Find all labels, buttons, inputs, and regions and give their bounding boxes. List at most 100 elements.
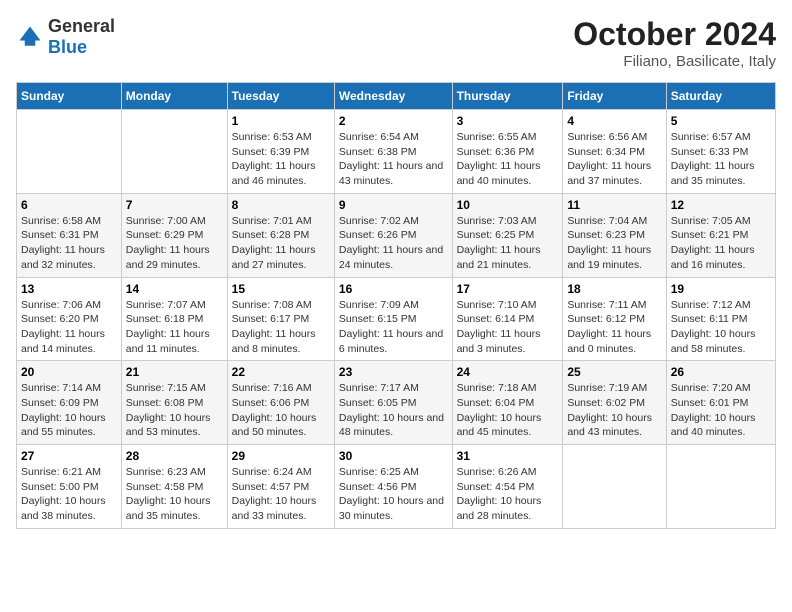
- calendar-week-3: 20 Sunrise: 7:14 AMSunset: 6:09 PMDayligh…: [17, 361, 776, 445]
- day-number: 11: [567, 198, 661, 212]
- calendar-cell: 1Sunrise: 6:53 AMSunset: 6:39 PMDaylight…: [227, 110, 334, 194]
- day-number: 5: [671, 114, 771, 128]
- logo: General Blue: [16, 16, 115, 58]
- page-header: General Blue October 2024 Filiano, Basil…: [16, 16, 776, 70]
- day-number: 31: [457, 449, 559, 463]
- location-title: Filiano, Basilicate, Italy: [573, 53, 776, 70]
- calendar-cell: 24Sunrise: 7:18 AMSunset: 6:04 PMDayligh…: [452, 361, 563, 445]
- calendar-cell: 21 Sunrise: 7:15 AMSunset: 6:08 PMDayligh…: [121, 361, 227, 445]
- calendar-cell: 20 Sunrise: 7:14 AMSunset: 6:09 PMDayligh…: [17, 361, 122, 445]
- calendar-cell: 18 Sunrise: 7:11 AMSunset: 6:12 PMDayligh…: [563, 277, 666, 361]
- day-number: 25: [567, 365, 661, 379]
- calendar-cell: 15 Sunrise: 7:08 AMSunset: 6:17 PMDayligh…: [227, 277, 334, 361]
- calendar-cell: 2Sunrise: 6:54 AMSunset: 6:38 PMDaylight…: [334, 110, 452, 194]
- calendar-cell: 25 Sunrise: 7:19 AMSunset: 6:02 PMDayligh…: [563, 361, 666, 445]
- day-number: 15: [232, 282, 330, 296]
- day-info: Sunrise: 7:05 AMSunset: 6:21 PMDaylight:…: [671, 214, 771, 273]
- day-info: Sunrise: 6:53 AMSunset: 6:39 PMDaylight:…: [232, 130, 330, 189]
- calendar-cell: 7Sunrise: 7:00 AMSunset: 6:29 PMDaylight…: [121, 193, 227, 277]
- calendar-week-0: 1Sunrise: 6:53 AMSunset: 6:39 PMDaylight…: [17, 110, 776, 194]
- calendar-cell: 11 Sunrise: 7:04 AMSunset: 6:23 PMDayligh…: [563, 193, 666, 277]
- day-number: 4: [567, 114, 661, 128]
- day-info: Sunrise: 7:12 AMSunset: 6:11 PMDaylight:…: [671, 298, 771, 357]
- day-info: Sunrise: 6:57 AMSunset: 6:33 PMDaylight:…: [671, 130, 771, 189]
- calendar-cell: 19 Sunrise: 7:12 AMSunset: 6:11 PMDayligh…: [666, 277, 775, 361]
- day-info: Sunrise: 7:09 AMSunset: 6:15 PMDaylight:…: [339, 298, 448, 357]
- day-number: 19: [671, 282, 771, 296]
- day-number: 13: [21, 282, 117, 296]
- day-info: Sunrise: 7:08 AMSunset: 6:17 PMDaylight:…: [232, 298, 330, 357]
- month-title: October 2024: [573, 16, 776, 53]
- calendar-cell: 22Sunrise: 7:16 AMSunset: 6:06 PMDayligh…: [227, 361, 334, 445]
- calendar-cell: 13 Sunrise: 7:06 AMSunset: 6:20 PMDayligh…: [17, 277, 122, 361]
- calendar-cell: 31Sunrise: 6:26 AMSunset: 4:54 PMDayligh…: [452, 445, 563, 529]
- calendar-cell: 6 Sunrise: 6:58 AMSunset: 6:31 PMDaylight…: [17, 193, 122, 277]
- logo-general: General: [48, 16, 115, 36]
- calendar-cell: 4 Sunrise: 6:56 AMSunset: 6:34 PMDaylight…: [563, 110, 666, 194]
- day-number: 27: [21, 449, 117, 463]
- calendar-cell: [17, 110, 122, 194]
- weekday-header-row: SundayMondayTuesdayWednesdayThursdayFrid…: [17, 83, 776, 110]
- day-info: Sunrise: 6:25 AMSunset: 4:56 PMDaylight:…: [339, 465, 448, 524]
- logo-icon: [16, 23, 44, 51]
- day-number: 18: [567, 282, 661, 296]
- calendar-table: SundayMondayTuesdayWednesdayThursdayFrid…: [16, 82, 776, 529]
- day-number: 17: [457, 282, 559, 296]
- day-number: 22: [232, 365, 330, 379]
- day-info: Sunrise: 6:56 AMSunset: 6:34 PMDaylight:…: [567, 130, 661, 189]
- day-number: 10: [457, 198, 559, 212]
- day-number: 20: [21, 365, 117, 379]
- calendar-week-4: 27 Sunrise: 6:21 AMSunset: 5:00 PMDayligh…: [17, 445, 776, 529]
- weekday-wednesday: Wednesday: [334, 83, 452, 110]
- day-number: 30: [339, 449, 448, 463]
- day-number: 6: [21, 198, 117, 212]
- day-info: Sunrise: 6:58 AMSunset: 6:31 PMDaylight:…: [21, 214, 117, 273]
- calendar-body: 1Sunrise: 6:53 AMSunset: 6:39 PMDaylight…: [17, 110, 776, 529]
- day-number: 16: [339, 282, 448, 296]
- day-info: Sunrise: 7:15 AMSunset: 6:08 PMDaylight:…: [126, 381, 223, 440]
- day-info: Sunrise: 7:02 AMSunset: 6:26 PMDaylight:…: [339, 214, 448, 273]
- day-info: Sunrise: 7:19 AMSunset: 6:02 PMDaylight:…: [567, 381, 661, 440]
- calendar-cell: 16 Sunrise: 7:09 AMSunset: 6:15 PMDayligh…: [334, 277, 452, 361]
- day-info: Sunrise: 7:03 AMSunset: 6:25 PMDaylight:…: [457, 214, 559, 273]
- weekday-monday: Monday: [121, 83, 227, 110]
- logo-blue: Blue: [48, 37, 87, 57]
- day-number: 3: [457, 114, 559, 128]
- weekday-tuesday: Tuesday: [227, 83, 334, 110]
- day-info: Sunrise: 7:20 AMSunset: 6:01 PMDaylight:…: [671, 381, 771, 440]
- day-number: 14: [126, 282, 223, 296]
- calendar-week-2: 13 Sunrise: 7:06 AMSunset: 6:20 PMDayligh…: [17, 277, 776, 361]
- calendar-cell: 8Sunrise: 7:01 AMSunset: 6:28 PMDaylight…: [227, 193, 334, 277]
- day-info: Sunrise: 7:04 AMSunset: 6:23 PMDaylight:…: [567, 214, 661, 273]
- weekday-sunday: Sunday: [17, 83, 122, 110]
- calendar-week-1: 6 Sunrise: 6:58 AMSunset: 6:31 PMDaylight…: [17, 193, 776, 277]
- calendar-cell: [563, 445, 666, 529]
- day-info: Sunrise: 6:23 AMSunset: 4:58 PMDaylight:…: [126, 465, 223, 524]
- day-info: Sunrise: 7:17 AMSunset: 6:05 PMDaylight:…: [339, 381, 448, 440]
- calendar-cell: 12Sunrise: 7:05 AMSunset: 6:21 PMDayligh…: [666, 193, 775, 277]
- day-number: 21: [126, 365, 223, 379]
- day-info: Sunrise: 6:55 AMSunset: 6:36 PMDaylight:…: [457, 130, 559, 189]
- day-number: 26: [671, 365, 771, 379]
- day-info: Sunrise: 6:21 AMSunset: 5:00 PMDaylight:…: [21, 465, 117, 524]
- day-number: 29: [232, 449, 330, 463]
- calendar-cell: 17Sunrise: 7:10 AMSunset: 6:14 PMDayligh…: [452, 277, 563, 361]
- weekday-thursday: Thursday: [452, 83, 563, 110]
- day-number: 8: [232, 198, 330, 212]
- day-number: 7: [126, 198, 223, 212]
- calendar-cell: 27 Sunrise: 6:21 AMSunset: 5:00 PMDayligh…: [17, 445, 122, 529]
- day-info: Sunrise: 6:24 AMSunset: 4:57 PMDaylight:…: [232, 465, 330, 524]
- day-info: Sunrise: 7:11 AMSunset: 6:12 PMDaylight:…: [567, 298, 661, 357]
- weekday-friday: Friday: [563, 83, 666, 110]
- day-info: Sunrise: 7:14 AMSunset: 6:09 PMDaylight:…: [21, 381, 117, 440]
- day-info: Sunrise: 7:07 AMSunset: 6:18 PMDaylight:…: [126, 298, 223, 357]
- day-number: 23: [339, 365, 448, 379]
- calendar-cell: 14 Sunrise: 7:07 AMSunset: 6:18 PMDayligh…: [121, 277, 227, 361]
- day-number: 24: [457, 365, 559, 379]
- day-info: Sunrise: 7:06 AMSunset: 6:20 PMDaylight:…: [21, 298, 117, 357]
- calendar-cell: 29 Sunrise: 6:24 AMSunset: 4:57 PMDayligh…: [227, 445, 334, 529]
- weekday-saturday: Saturday: [666, 83, 775, 110]
- calendar-cell: 5 Sunrise: 6:57 AMSunset: 6:33 PMDaylight…: [666, 110, 775, 194]
- calendar-cell: [666, 445, 775, 529]
- day-number: 28: [126, 449, 223, 463]
